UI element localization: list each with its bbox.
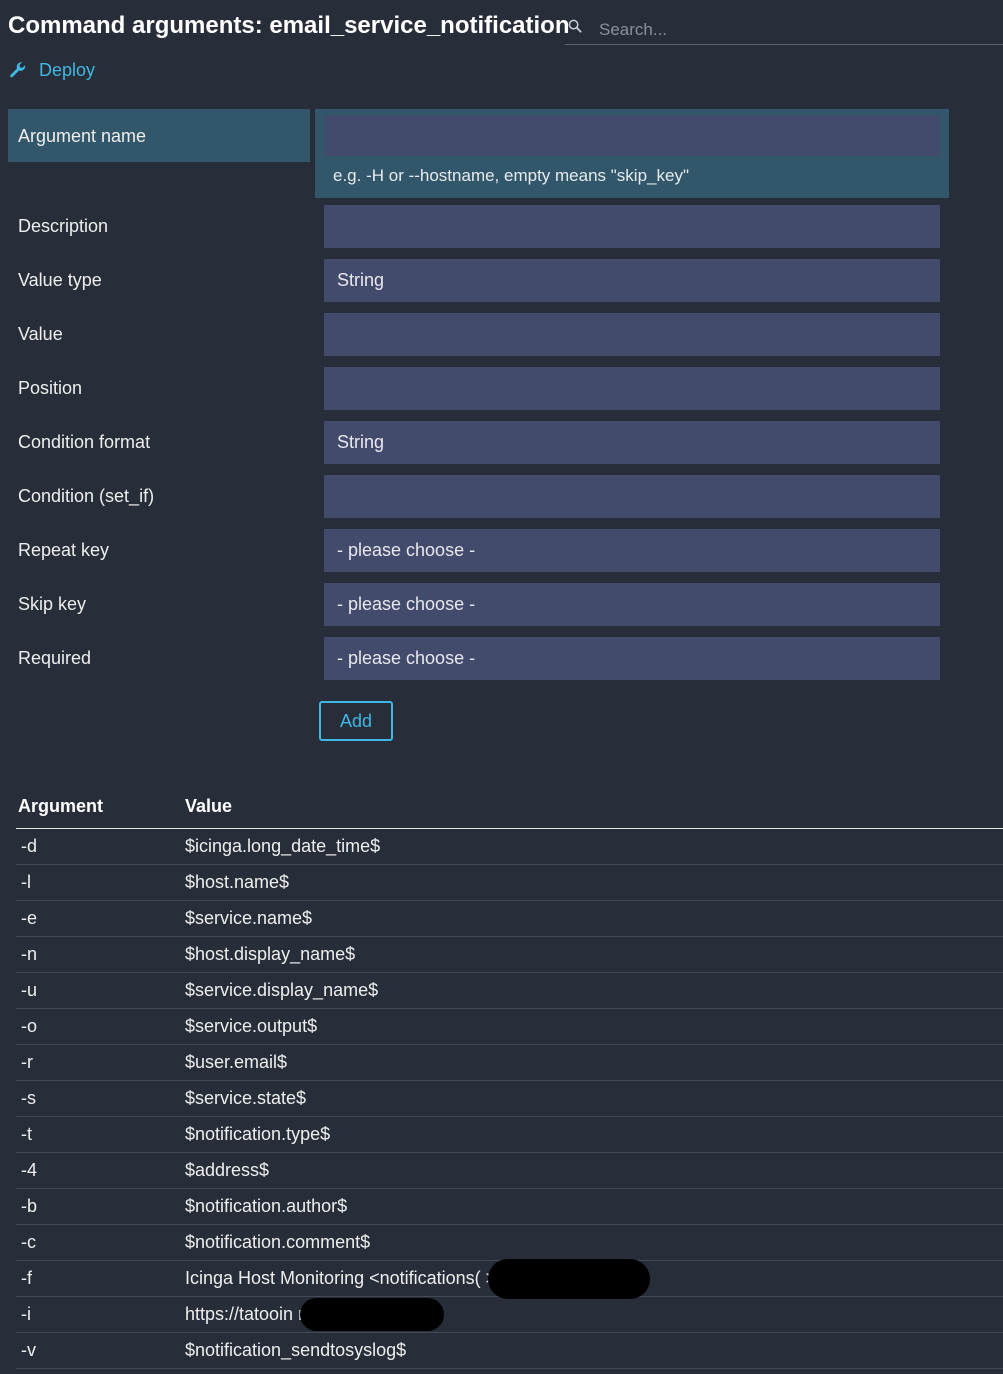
argument-cell: -l (21, 872, 31, 892)
table-row[interactable]: -4 $address$ (16, 1153, 1003, 1189)
value-label: Value (18, 324, 63, 344)
column-header-value: Value (185, 796, 233, 816)
argument-name-input[interactable] (324, 115, 940, 156)
argument-cell: -c (21, 1232, 36, 1252)
table-row[interactable]: -v $notification_sendtosyslog$ (16, 1333, 1003, 1369)
argument-cell: -u (21, 980, 38, 1000)
value-cell: Icinga Host Monitoring <notifications( > (185, 1268, 497, 1288)
value-cell: $icinga.long_date_time$ (185, 836, 381, 856)
required-select[interactable]: - please choose - (324, 637, 940, 680)
search-box (565, 16, 1003, 45)
table-row[interactable]: -c $notification.comment$ (16, 1225, 1003, 1261)
value-type-label: Value type (18, 270, 102, 290)
deploy-label: Deploy (39, 59, 96, 80)
argument-cell: -e (21, 908, 38, 928)
table-row[interactable]: -u $service.display_name$ (16, 973, 1003, 1009)
value-cell: $notification.type$ (185, 1124, 331, 1144)
table-row[interactable]: -n $host.display_name$ (16, 937, 1003, 973)
argument-cell: -f (21, 1268, 32, 1288)
deploy-link[interactable]: Deploy (9, 58, 95, 82)
position-label: Position (18, 378, 83, 398)
skip-key-label: Skip key (18, 594, 87, 614)
condition-set-if-input[interactable] (324, 475, 940, 518)
table-row[interactable]: -b $notification.author$ (16, 1189, 1003, 1225)
table-row[interactable]: -f Icinga Host Monitoring <notifications(… (16, 1259, 1003, 1299)
table-row[interactable]: -l $host.name$ (16, 865, 1003, 901)
argument-cell: -n (21, 944, 38, 964)
table-row[interactable]: -e $service.name$ (16, 901, 1003, 937)
value-cell: $host.display_name$ (185, 944, 356, 964)
value-cell: $service.state$ (185, 1088, 307, 1108)
argument-cell: -r (21, 1052, 33, 1072)
argument-cell: -s (21, 1088, 36, 1108)
table-row[interactable]: -d $icinga.long_date_time$ (16, 829, 1003, 865)
table-row[interactable]: -r $user.email$ (16, 1045, 1003, 1081)
value-input[interactable] (324, 313, 940, 356)
description-label: Description (18, 216, 109, 236)
table-row[interactable]: -o $service.output$ (16, 1009, 1003, 1045)
condition-format-label: Condition format (18, 432, 151, 452)
repeat-key-select[interactable]: - please choose - (324, 529, 940, 572)
argument-cell: -i (21, 1304, 31, 1324)
search-input[interactable] (599, 17, 979, 43)
table-row[interactable]: -t $notification.type$ (16, 1117, 1003, 1153)
value-cell: $notification.comment$ (185, 1232, 371, 1252)
value-cell: $service.output$ (185, 1016, 318, 1036)
required-label: Required (18, 648, 92, 668)
argument-cell: -4 (21, 1160, 38, 1180)
position-input[interactable] (324, 367, 940, 410)
value-cell: $notification.author$ (185, 1196, 348, 1216)
add-button[interactable]: Add (319, 701, 393, 741)
redaction-mark (300, 1298, 444, 1331)
arguments-table: Argument Value -d $icinga.long_date_time$… (16, 790, 1003, 1369)
page-title: Command arguments: email_service_notific… (8, 12, 570, 39)
value-type-select[interactable]: String (324, 259, 940, 302)
description-input[interactable] (324, 205, 940, 248)
search-icon[interactable] (568, 19, 582, 33)
argument-cell: -d (21, 836, 38, 856)
wrench-icon (10, 62, 26, 78)
skip-key-select[interactable]: - please choose - (324, 583, 940, 626)
argument-name-hint: e.g. -H or --hostname, empty means "skip… (333, 166, 689, 185)
value-cell: $host.name$ (185, 872, 290, 892)
argument-cell: -o (21, 1016, 38, 1036)
value-cell: $service.display_name$ (185, 980, 379, 1000)
argument-cell: -b (21, 1196, 38, 1216)
table-row[interactable]: -i https://tatooin rg/icingaweb2 (16, 1297, 1003, 1333)
page-header: Command arguments: email_service_notific… (0, 0, 1003, 46)
column-header-argument: Argument (18, 796, 103, 816)
redaction-mark (488, 1259, 650, 1299)
value-cell: $address$ (185, 1160, 270, 1180)
table-row[interactable]: -s $service.state$ (16, 1081, 1003, 1117)
condition-format-select[interactable]: String (324, 421, 940, 464)
value-cell: $notification_sendtosyslog$ (185, 1340, 407, 1360)
condition-set-if-label: Condition (set_if) (18, 486, 155, 506)
repeat-key-label: Repeat key (18, 540, 110, 560)
argument-name-label: Argument name (18, 126, 147, 146)
argument-cell: -t (21, 1124, 32, 1144)
value-cell: $service.name$ (185, 908, 313, 928)
argument-cell: -v (21, 1340, 36, 1360)
value-cell: $user.email$ (185, 1052, 288, 1072)
table-header: Argument Value (16, 790, 1003, 829)
